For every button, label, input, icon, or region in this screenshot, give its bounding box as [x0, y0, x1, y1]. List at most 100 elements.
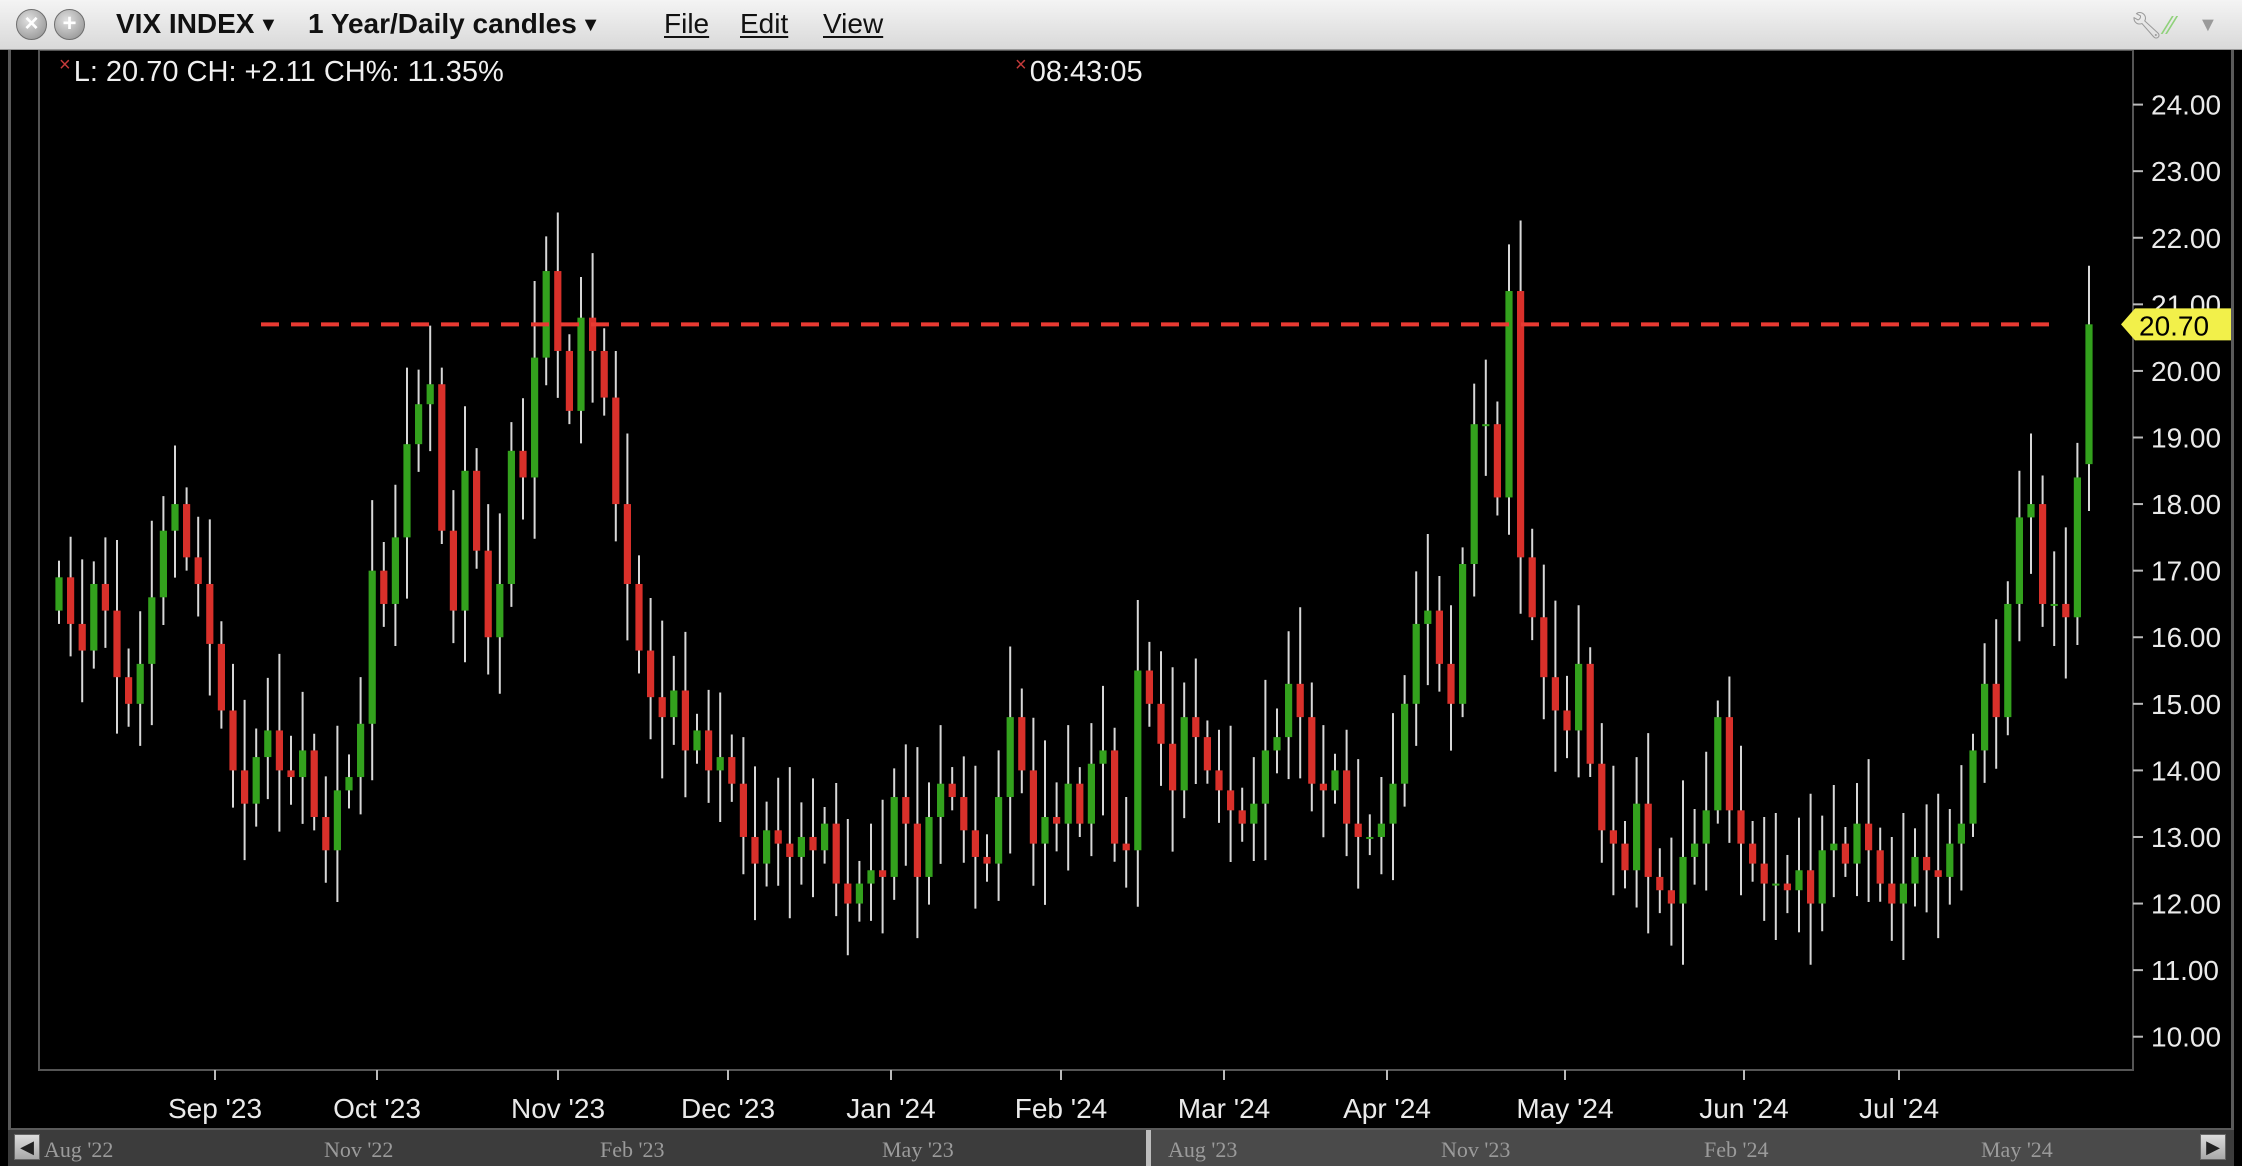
candle-body [1783, 883, 1791, 891]
candle-body [937, 783, 945, 817]
candle-body [1343, 770, 1351, 824]
title-bar: × + VIX INDEX ▼ 1 Year/Daily candles ▼ Fil… [0, 0, 2242, 50]
candle-body [1354, 823, 1362, 837]
scroll-right-icon[interactable]: ▶ [2200, 1134, 2226, 1160]
link-icon[interactable]: ⁄⁄ [2166, 10, 2175, 41]
candle-body [415, 404, 423, 445]
candle-body [925, 817, 933, 877]
candle-body [1691, 843, 1699, 857]
candle-body [670, 690, 678, 718]
close-icon[interactable]: × [16, 9, 47, 40]
candle-body [357, 723, 365, 778]
candle-body [507, 450, 515, 584]
candle-body [1401, 703, 1409, 784]
chevron-down-icon[interactable]: ▼ [2198, 14, 2218, 37]
candle-body [960, 797, 968, 831]
time-navigator[interactable]: ◀ Aug '22 Nov '22 Feb '23 May '23 Aug '2… [8, 1128, 2234, 1166]
candle-body [1830, 843, 1838, 851]
candle-body [565, 350, 573, 411]
ohlc-readout: × L: 20.70 CH: +2.11 CH%: 11.35% [59, 54, 504, 89]
candle-body [1273, 737, 1281, 751]
candle-body [484, 550, 492, 638]
candle-body [751, 836, 759, 864]
y-tick-label: 17.00 [2151, 556, 2221, 587]
candle-body [531, 357, 539, 478]
candle-body [1841, 843, 1849, 864]
candle-body [1992, 683, 2000, 718]
candle-body [1633, 803, 1641, 871]
candle-body [797, 836, 805, 857]
candle-body [1749, 843, 1757, 864]
candle-body [1308, 717, 1316, 784]
candle-body [1285, 683, 1293, 738]
candle-body [1795, 870, 1803, 891]
candle-body [1111, 750, 1119, 844]
plot-border [38, 50, 2134, 1071]
candle-body [1180, 717, 1188, 791]
remove-readout-icon[interactable]: × [59, 54, 71, 76]
x-tick-label: Jan '24 [846, 1093, 935, 1124]
candlestick-chart[interactable]: 24.0023.0022.0021.0020.0019.0018.0017.00… [11, 50, 2231, 1128]
scroll-left-icon[interactable]: ◀ [14, 1134, 40, 1160]
candle-body [194, 557, 202, 584]
candle-body [728, 757, 736, 784]
candle-body [229, 710, 237, 771]
x-tick-label: Sep '23 [168, 1093, 262, 1124]
candle-body [1667, 890, 1675, 904]
candle-body [2085, 324, 2093, 465]
wrench-icon[interactable]: 🔧︎ [2130, 10, 2163, 41]
x-tick-label: Dec '23 [681, 1093, 775, 1124]
menu-edit[interactable]: Edit [740, 8, 788, 40]
candle-body [136, 663, 144, 704]
x-tick-label: Oct '23 [333, 1093, 421, 1124]
navigator-label: May '23 [882, 1137, 954, 1162]
candle-body [1888, 883, 1896, 904]
candle-body [2004, 603, 2012, 718]
candle-body [125, 677, 133, 704]
candle-body [1702, 810, 1710, 844]
candle-body [1238, 810, 1246, 824]
navigator-label: Feb '23 [600, 1137, 665, 1162]
candle-body [438, 384, 446, 531]
candle-body [426, 384, 434, 405]
candle-body [681, 690, 689, 751]
candle-body [1296, 683, 1304, 718]
candle-body [1540, 617, 1548, 678]
candle-body [1563, 710, 1571, 731]
candle-body [449, 530, 457, 611]
candle-body [1319, 783, 1327, 791]
y-tick-label: 16.00 [2151, 622, 2221, 653]
candle-body [554, 271, 562, 351]
menu-file[interactable]: File [664, 8, 709, 40]
candle-body [763, 830, 771, 864]
chart-panel[interactable]: 24.00 23.00 22.00 21.00 20.00 19.00 18.00 17.00… [8, 50, 2234, 1128]
navigator-label: Aug '22 [44, 1137, 114, 1162]
last-price-label: 20.70 [2139, 310, 2209, 341]
candle-body [623, 504, 631, 584]
y-tick-label: 12.00 [2151, 889, 2221, 920]
candle-body [368, 570, 376, 724]
candle-body [1876, 850, 1884, 884]
period-selector[interactable]: 1 Year/Daily candles ▼ [308, 8, 601, 40]
add-icon[interactable]: + [54, 9, 85, 40]
y-tick-label: 10.00 [2151, 1022, 2221, 1053]
menu-view[interactable]: View [823, 8, 883, 40]
symbol-selector[interactable]: VIX INDEX ▼ [116, 8, 278, 40]
candle-body [1899, 883, 1907, 904]
candle-body [1145, 670, 1153, 704]
candle-body [1470, 424, 1478, 564]
candle-body [844, 883, 852, 904]
y-tick-label: 19.00 [2151, 423, 2221, 454]
candle-body [2027, 504, 2035, 518]
candle-body [1435, 610, 1443, 664]
navigator-label: Nov '22 [324, 1137, 394, 1162]
candle-body [148, 597, 156, 664]
candle-body [299, 750, 307, 778]
remove-time-icon[interactable]: × [1015, 54, 1027, 76]
candle-body [1389, 783, 1397, 824]
candle-body [519, 450, 527, 478]
candle-body [1250, 803, 1258, 824]
candle-body [1818, 850, 1826, 904]
candle-body [1018, 717, 1026, 771]
candle-body [1331, 770, 1339, 791]
